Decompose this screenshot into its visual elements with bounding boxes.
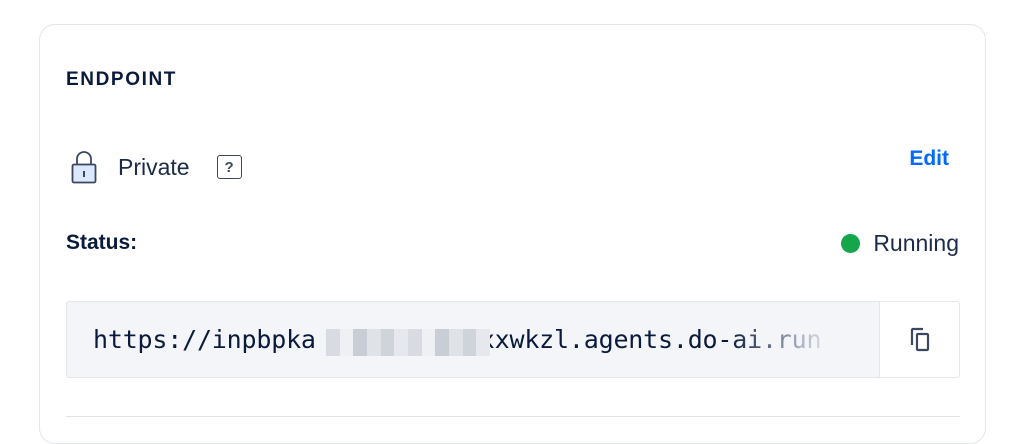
redaction-pixel	[435, 338, 449, 347]
endpoint-url-field[interactable]: https://inpbpka xxwkzl.agents.do-ai.run	[67, 302, 879, 377]
redaction-pixel	[353, 347, 367, 356]
redaction-pixel	[339, 347, 354, 356]
status-indicator: Running	[841, 230, 959, 257]
access-label: Private	[118, 153, 190, 180]
redaction-pixel	[380, 329, 395, 338]
redaction-pixel	[367, 329, 381, 338]
redaction-pixel	[421, 347, 436, 356]
redaction-pixel	[449, 329, 463, 338]
redaction-pixel	[449, 347, 463, 356]
access-row: Private ?	[71, 150, 242, 184]
redaction-pixel	[394, 329, 408, 338]
redaction-pixel	[394, 347, 408, 356]
url-start: https://inpbpka	[93, 325, 316, 354]
redaction-pixel	[435, 329, 449, 338]
redaction-pixel	[353, 338, 367, 347]
redaction-pixel	[449, 338, 463, 347]
redaction-pixel	[394, 338, 408, 347]
url-overflow-fade	[729, 302, 879, 377]
edit-link[interactable]: Edit	[909, 147, 949, 171]
section-title: ENDPOINT	[66, 69, 177, 90]
copy-button[interactable]	[879, 302, 959, 377]
redaction-pixel	[380, 347, 395, 356]
divider	[66, 416, 960, 417]
status-text: Running	[873, 230, 959, 256]
redaction-pixel	[421, 329, 436, 338]
redaction-pixel	[326, 347, 340, 356]
status-dot-icon	[841, 234, 861, 253]
redaction-pixel	[476, 347, 490, 356]
redaction-pixel	[462, 347, 477, 356]
redaction-pixel	[462, 338, 477, 347]
lock-icon	[71, 151, 97, 184]
redaction-pixel	[408, 329, 422, 338]
endpoint-card: ENDPOINT Private ? Edit Status: Running …	[39, 24, 986, 444]
copy-icon	[910, 327, 929, 351]
redaction-pixel	[408, 338, 422, 347]
redaction-pixel	[326, 329, 340, 338]
redaction-pixel	[435, 347, 449, 356]
redaction-pixelation	[326, 329, 490, 356]
redaction-pixel	[476, 338, 490, 347]
redaction-pixel	[339, 329, 354, 338]
redaction-pixel	[408, 347, 422, 356]
redaction-pixel	[421, 338, 436, 347]
redaction-pixel	[326, 338, 340, 347]
help-icon[interactable]: ?	[216, 155, 242, 179]
redaction-pixel	[339, 338, 354, 347]
redaction-pixel	[462, 329, 477, 338]
redaction-pixel	[367, 347, 381, 356]
status-label: Status:	[66, 231, 138, 254]
redaction-pixel	[380, 338, 395, 347]
endpoint-url-box: https://inpbpka xxwkzl.agents.do-ai.run	[66, 301, 960, 378]
redaction-pixel	[367, 338, 381, 347]
redaction-pixel	[353, 329, 367, 338]
redaction-pixel	[476, 329, 490, 338]
